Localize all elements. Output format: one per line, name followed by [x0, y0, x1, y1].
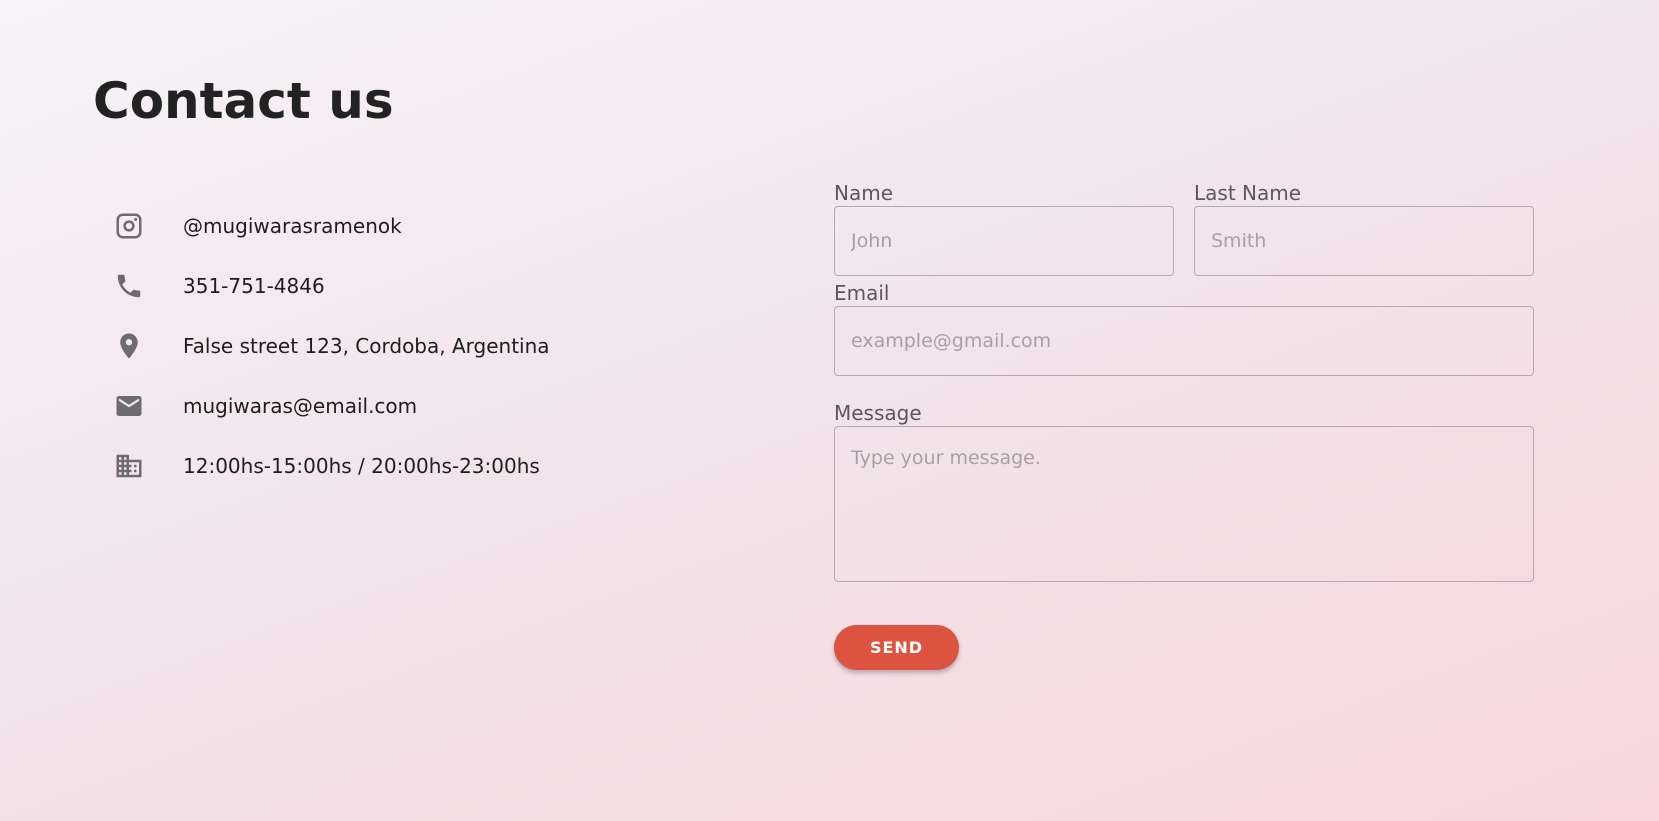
- name-field-group: Name: [834, 180, 1174, 276]
- opening-hours: 12:00hs-15:00hs / 20:00hs-23:00hs: [183, 454, 540, 478]
- contact-info-hours: 12:00hs-15:00hs / 20:00hs-23:00hs: [112, 436, 550, 496]
- instagram-handle: @mugiwarasramenok: [183, 214, 402, 238]
- last-name-input[interactable]: [1194, 206, 1534, 276]
- contact-info-email: mugiwaras@email.com: [112, 376, 550, 436]
- email-label: Email: [834, 281, 890, 305]
- address: False street 123, Cordoba, Argentina: [183, 334, 550, 358]
- phone-number: 351-751-4846: [183, 274, 325, 298]
- last-name-label: Last Name: [1194, 181, 1302, 205]
- send-button[interactable]: SEND: [834, 625, 959, 670]
- contact-info-phone: 351-751-4846: [112, 256, 550, 316]
- name-input[interactable]: [834, 206, 1174, 276]
- message-label: Message: [834, 401, 922, 425]
- building-icon: [112, 449, 146, 483]
- page-title: Contact us: [93, 72, 394, 130]
- email-address: mugiwaras@email.com: [183, 394, 418, 418]
- location-pin-icon: [112, 329, 146, 363]
- message-field-group: Message: [834, 400, 1534, 582]
- name-label: Name: [834, 181, 894, 205]
- contact-info-instagram: @mugiwarasramenok: [112, 196, 550, 256]
- contact-info-list: @mugiwarasramenok 351-751-4846 False str…: [112, 196, 550, 496]
- email-icon: [112, 389, 146, 423]
- phone-icon: [112, 269, 146, 303]
- instagram-icon: [112, 209, 146, 243]
- contact-info-address: False street 123, Cordoba, Argentina: [112, 316, 550, 376]
- email-field-group: Email: [834, 280, 1534, 376]
- email-input[interactable]: [834, 306, 1534, 376]
- last-name-field-group: Last Name: [1194, 180, 1534, 276]
- message-textarea[interactable]: [834, 426, 1534, 582]
